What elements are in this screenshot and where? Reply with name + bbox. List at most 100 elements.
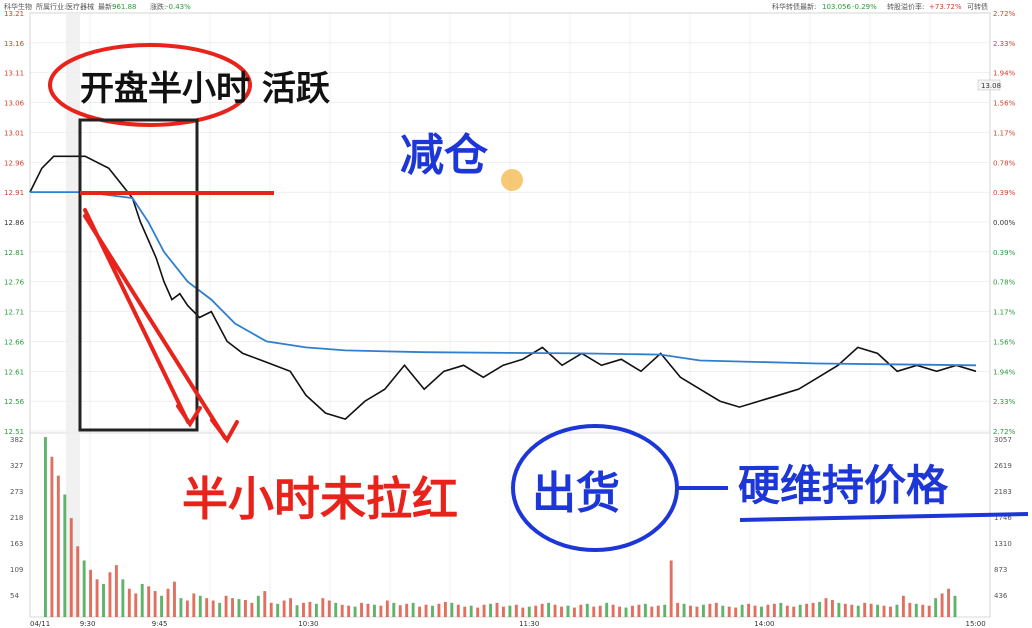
volume-bar: [585, 603, 589, 617]
volume-bar: [553, 604, 557, 617]
volume-bar: [114, 565, 118, 617]
volume-bar: [198, 595, 202, 617]
premium-value: +73.72%: [929, 3, 962, 11]
volume-bar: [353, 606, 357, 617]
volume-bar: [495, 602, 499, 617]
volume-bar: [572, 607, 576, 617]
time-tick: 9:30: [80, 620, 96, 628]
volume-bar: [837, 602, 841, 617]
volume-bar: [772, 603, 776, 617]
volume-bar: [947, 588, 951, 617]
latest-value: 961.88: [112, 3, 137, 11]
volume-bar: [173, 581, 176, 617]
volume-bar: [231, 598, 234, 617]
volume-bar: [243, 600, 247, 617]
volume-bar: [153, 591, 157, 617]
volume-bar: [805, 603, 809, 617]
volume-bar: [766, 604, 770, 617]
volume-bar: [934, 598, 938, 617]
volume-bar: [334, 602, 338, 617]
volume-bar: [237, 599, 241, 617]
price-tick-left: 12.91: [4, 189, 24, 197]
volume-bar: [134, 593, 138, 617]
volume-bar: [502, 606, 505, 617]
price-tick-right: 1.56%: [993, 100, 1016, 108]
volume-bar: [508, 605, 512, 617]
annotation-reduce-position: 减仓: [400, 130, 489, 181]
price-tick-right: 1.94%: [993, 70, 1016, 78]
volume-bar: [489, 603, 493, 617]
volume-bar: [56, 475, 60, 617]
volume-bar: [205, 598, 209, 617]
time-tick: 14:00: [754, 620, 774, 628]
volume-bar: [405, 603, 409, 617]
annotation-halfhour-no-red: 半小时未拉红: [182, 472, 458, 526]
extra-label: 可转债: [967, 2, 988, 11]
bond-value: 103.056: [822, 3, 851, 11]
price-tick-left: 12.81: [4, 249, 24, 257]
volume-bar: [398, 605, 402, 617]
volume-bar: [44, 437, 47, 617]
time-tick: 9:45: [152, 620, 168, 628]
volume-bar: [308, 601, 312, 617]
volume-tick-left: 218: [10, 514, 23, 522]
volume-tick-left: 327: [10, 462, 23, 470]
volume-bar: [411, 602, 415, 617]
volume-bar: [850, 604, 854, 617]
volume-tick-right: 3057: [994, 436, 1012, 444]
volume-bar: [192, 593, 196, 617]
current-price-label: 13.08: [981, 82, 1001, 90]
volume-bar: [282, 600, 286, 617]
price-tick-right: 2.72%: [993, 428, 1016, 436]
volume-bar: [714, 602, 718, 617]
volume-bar: [889, 606, 892, 617]
annotation-open-halfhour: 开盘半小时 活跃: [80, 69, 331, 109]
volume-bar: [856, 605, 860, 617]
volume-bar: [179, 598, 183, 617]
volume-bar: [547, 602, 551, 617]
volume-tick-right: 2619: [994, 462, 1012, 470]
time-tick: 11:30: [519, 620, 539, 628]
volume-bar: [521, 607, 525, 617]
volume-bar: [785, 605, 789, 617]
volume-bar: [469, 605, 473, 617]
volume-bar: [263, 591, 267, 617]
volume-bar: [643, 603, 647, 617]
volume-bar: [747, 603, 751, 617]
volume-bar: [218, 602, 222, 617]
premarket-band: [66, 13, 80, 617]
volume-bar: [727, 606, 731, 617]
volume-bar: [108, 572, 112, 617]
volume-bar: [166, 588, 170, 617]
volume-bar: [914, 603, 918, 617]
volume-bar: [927, 605, 931, 617]
volume-bar: [372, 604, 376, 617]
volume-bar: [740, 604, 744, 617]
volume-bar: [340, 604, 344, 617]
volume-bar: [598, 605, 602, 617]
volume-bar: [843, 603, 847, 617]
volume-bar: [656, 605, 660, 617]
volume-bar: [753, 605, 757, 617]
volume-bar: [695, 606, 699, 617]
volume-bar: [256, 595, 260, 617]
volume-bar: [82, 560, 86, 617]
volume-bar: [611, 604, 615, 617]
price-tick-right: 1.56%: [993, 338, 1016, 346]
volume-bar: [89, 569, 93, 617]
volume-bar: [779, 602, 783, 617]
volume-bar: [876, 604, 880, 617]
volume-bar: [792, 606, 796, 617]
price-tick-right: 0.39%: [993, 249, 1016, 257]
volume-bar: [921, 604, 925, 617]
volume-bar: [269, 602, 273, 617]
price-tick-right: 0.78%: [993, 279, 1016, 287]
volume-bar: [540, 603, 544, 617]
volume-bar: [901, 595, 905, 617]
volume-tick-left: 273: [10, 488, 23, 496]
volume-bar: [140, 584, 144, 617]
price-tick-left: 12.61: [4, 368, 24, 376]
volume-bar: [476, 607, 480, 617]
volume-bar: [95, 579, 99, 617]
volume-bar: [605, 602, 609, 617]
